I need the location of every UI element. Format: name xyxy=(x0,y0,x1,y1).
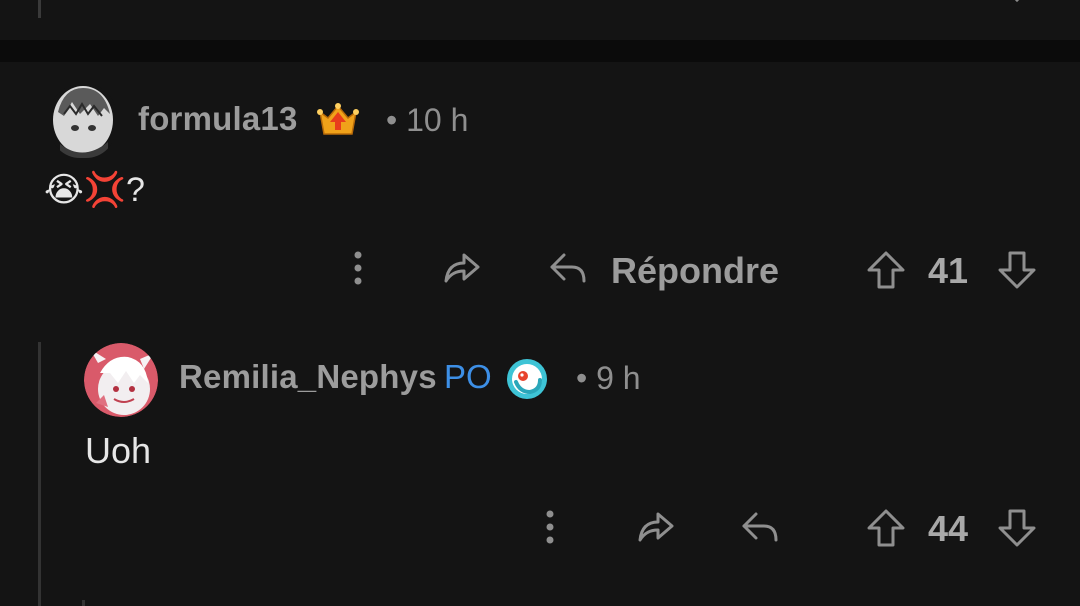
more-options-icon xyxy=(546,510,554,544)
upvote-icon xyxy=(867,251,905,289)
username[interactable]: formula13 xyxy=(138,100,298,138)
more-options-button[interactable] xyxy=(530,507,570,547)
downvote-icon xyxy=(998,509,1036,547)
downvote-icon xyxy=(998,251,1036,289)
comment-body: 😭💢? xyxy=(44,171,145,209)
more-options-icon[interactable] xyxy=(540,0,560,2)
score: 41 xyxy=(928,250,969,291)
score: 44 xyxy=(928,508,969,549)
upvote-award-icon[interactable] xyxy=(316,102,360,138)
more-options-button[interactable] xyxy=(338,248,378,288)
share-button[interactable] xyxy=(440,248,484,288)
bubble-award-icon[interactable] xyxy=(506,358,548,400)
reply-button[interactable] xyxy=(546,248,590,288)
upvote-icon[interactable] xyxy=(870,0,900,2)
reply-button[interactable] xyxy=(738,507,782,547)
reply-icon xyxy=(742,512,778,542)
username[interactable]: Remilia_Nephys xyxy=(179,358,437,396)
comment-separator xyxy=(0,40,1080,62)
share-icon xyxy=(444,253,480,283)
upvote-icon xyxy=(867,509,905,547)
share-icon xyxy=(638,512,674,542)
comment-timestamp: • 10 h xyxy=(386,102,469,138)
comment-thread-view: formula13 • 10 h 😭💢? Répondre 41 Remilia… xyxy=(0,0,1080,606)
thread-line xyxy=(82,600,85,606)
downvote-icon[interactable] xyxy=(1000,0,1034,2)
more-options-icon xyxy=(354,251,362,285)
comment-timestamp: • 9 h xyxy=(576,360,641,396)
upvote-button[interactable] xyxy=(864,506,908,550)
thread-line xyxy=(38,342,41,606)
upvote-button[interactable] xyxy=(864,248,908,292)
comment-body: Uoh xyxy=(85,430,152,471)
avatar[interactable] xyxy=(50,84,116,158)
share-button[interactable] xyxy=(634,507,678,547)
downvote-button[interactable] xyxy=(995,506,1039,550)
reply-icon xyxy=(550,253,586,283)
avatar[interactable] xyxy=(84,343,158,417)
downvote-button[interactable] xyxy=(995,248,1039,292)
op-tag: PO xyxy=(444,358,492,395)
previous-comment-actions-cutoff xyxy=(0,0,1080,8)
reply-label[interactable]: Répondre xyxy=(611,250,779,292)
